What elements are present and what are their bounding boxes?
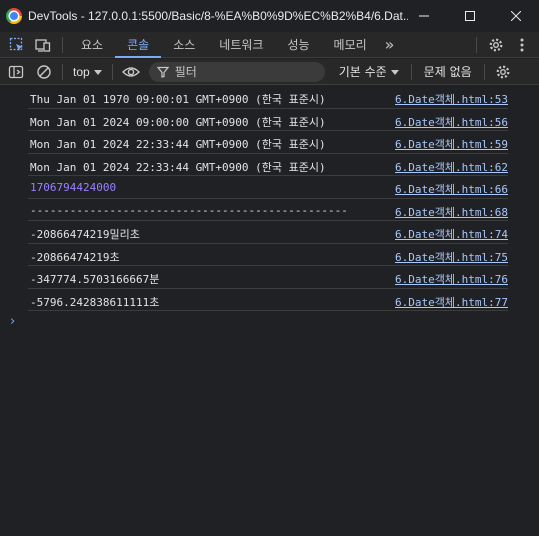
close-icon bbox=[511, 11, 521, 21]
console-toolbar: top 필터 기본 수준 문제 없음 bbox=[0, 59, 539, 85]
source-link[interactable]: 6.Date객체.html:74 bbox=[395, 226, 508, 242]
gear-icon bbox=[489, 38, 503, 52]
minimize-button[interactable] bbox=[401, 0, 447, 32]
dropdown-arrow-icon bbox=[390, 69, 399, 75]
close-button[interactable] bbox=[493, 0, 539, 32]
console-message: 1706794424000 6.Date객체.html:66 bbox=[28, 176, 508, 199]
inspect-icon bbox=[9, 37, 23, 51]
more-vert-icon bbox=[520, 38, 524, 52]
source-link[interactable]: 6.Date객체.html:66 bbox=[395, 181, 508, 197]
block-icon bbox=[37, 64, 51, 79]
customize-menu-button[interactable] bbox=[509, 32, 535, 58]
filter-icon bbox=[156, 66, 169, 78]
title-bar: DevTools - 127.0.0.1:5500/Basic/8-%EA%B0… bbox=[0, 0, 539, 32]
source-link[interactable]: 6.Date객체.html:59 bbox=[395, 136, 508, 152]
tab-memory[interactable]: 메모리 bbox=[322, 32, 379, 58]
toolbar-divider bbox=[62, 36, 63, 53]
tab-network[interactable]: 네트워크 bbox=[207, 32, 275, 58]
context-value: top bbox=[73, 64, 90, 79]
console-output: Thu Jan 01 1970 09:00:01 GMT+0900 (한국 표준… bbox=[0, 86, 539, 311]
device-toolbar-button[interactable] bbox=[30, 32, 56, 58]
log-levels-label: 기본 수준 bbox=[338, 65, 387, 79]
message-text: ----------------------------------------… bbox=[30, 203, 348, 217]
source-link[interactable]: 6.Date객체.html:62 bbox=[395, 159, 508, 175]
context-selector[interactable]: top bbox=[67, 59, 108, 85]
source-link[interactable]: 6.Date객체.html:68 bbox=[395, 204, 508, 220]
console-message: -347774.5703166667분 6.Date객체.html:76 bbox=[28, 266, 508, 289]
toolbar-divider bbox=[483, 63, 485, 80]
sidebar-icon bbox=[8, 65, 24, 78]
message-text: Mon Jan 01 2024 09:00:00 GMT+0900 (한국 표준… bbox=[30, 115, 326, 129]
log-levels-dropdown[interactable]: 기본 수준 bbox=[331, 63, 407, 80]
toolbar-divider bbox=[476, 37, 477, 53]
eye-icon bbox=[121, 66, 140, 77]
filter-placeholder: 필터 bbox=[174, 65, 197, 79]
message-text: Mon Jan 01 2024 22:33:44 GMT+0900 (한국 표준… bbox=[30, 160, 326, 174]
source-link[interactable]: 6.Date객체.html:76 bbox=[395, 271, 508, 287]
console-message: -20866474219초 6.Date객체.html:75 bbox=[28, 244, 508, 266]
message-text: Mon Jan 01 2024 22:33:44 GMT+0900 (한국 표준… bbox=[30, 138, 326, 151]
tab-console[interactable]: 콘솔 bbox=[115, 32, 162, 58]
message-text: -20866474219밀리초 bbox=[30, 228, 140, 241]
tab-performance[interactable]: 성능 bbox=[275, 32, 321, 58]
minimize-icon bbox=[419, 15, 429, 17]
dropdown-arrow-icon bbox=[93, 69, 102, 75]
console-message: Mon Jan 01 2024 09:00:00 GMT+0900 (한국 표준… bbox=[28, 109, 508, 131]
live-expression-button[interactable] bbox=[117, 59, 145, 85]
devtools-tab-bar: 요소 콘솔 소스 네트워크 성능 메모리 » bbox=[0, 32, 539, 58]
console-prompt[interactable]: › bbox=[10, 314, 15, 329]
console-message: -20866474219밀리초 6.Date객체.html:74 bbox=[28, 221, 508, 244]
toolbar-divider bbox=[410, 63, 412, 80]
clear-console-button[interactable] bbox=[30, 59, 58, 85]
message-text: Thu Jan 01 1970 09:00:01 GMT+0900 (한국 표준… bbox=[30, 93, 326, 106]
console-message: ----------------------------------------… bbox=[28, 199, 508, 221]
toggle-sidebar-button[interactable] bbox=[2, 59, 30, 85]
filter-input[interactable]: 필터 bbox=[148, 61, 325, 82]
source-link[interactable]: 6.Date객체.html:53 bbox=[395, 91, 508, 107]
toolbar-divider bbox=[62, 63, 63, 80]
message-text: -20866474219초 bbox=[30, 250, 120, 264]
message-number: 1706794424000 bbox=[30, 181, 117, 194]
maximize-button[interactable] bbox=[447, 0, 493, 32]
chrome-icon bbox=[6, 8, 22, 24]
inspect-element-button[interactable] bbox=[4, 32, 30, 58]
message-text: -347774.5703166667분 bbox=[30, 273, 160, 286]
console-message: Mon Jan 01 2024 22:33:44 GMT+0900 (한국 표준… bbox=[28, 131, 508, 154]
issues-counter[interactable]: 문제 없음 bbox=[416, 63, 480, 80]
maximize-icon bbox=[465, 11, 475, 21]
device-icon bbox=[35, 38, 51, 52]
source-link[interactable]: 6.Date객체.html:75 bbox=[395, 249, 508, 265]
tab-elements[interactable]: 요소 bbox=[69, 32, 115, 58]
gear-icon bbox=[496, 65, 510, 78]
message-text: -5796.242838611111초 bbox=[30, 295, 160, 309]
source-link[interactable]: 6.Date객체.html:77 bbox=[395, 294, 508, 310]
console-message: Thu Jan 01 1970 09:00:01 GMT+0900 (한국 표준… bbox=[28, 86, 508, 109]
console-message: -5796.242838611111초 6.Date객체.html:77 bbox=[28, 289, 508, 311]
toolbar-divider bbox=[111, 63, 113, 80]
settings-button[interactable] bbox=[483, 32, 509, 58]
tab-sources[interactable]: 소스 bbox=[161, 32, 207, 58]
more-tabs-button[interactable]: » bbox=[379, 32, 401, 58]
window-title: DevTools - 127.0.0.1:5500/Basic/8-%EA%B0… bbox=[28, 9, 408, 23]
source-link[interactable]: 6.Date객체.html:56 bbox=[395, 114, 508, 130]
console-message: Mon Jan 01 2024 22:33:44 GMT+0900 (한국 표준… bbox=[28, 154, 508, 176]
console-settings-button[interactable] bbox=[489, 59, 517, 85]
window-controls bbox=[401, 0, 539, 32]
